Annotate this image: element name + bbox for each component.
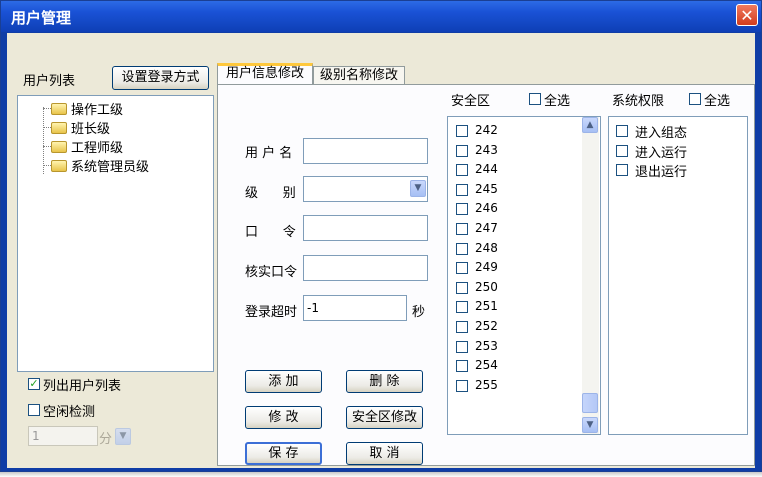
- security-zone-item-label: 243: [475, 142, 498, 157]
- username-label: 用 户 名: [245, 146, 293, 161]
- scroll-up-icon[interactable]: ▲: [582, 117, 598, 133]
- tree-item-engineer[interactable]: 工程师级: [51, 137, 123, 156]
- permissions-select-all-label: 全选: [704, 94, 731, 109]
- tree-line: [43, 107, 44, 174]
- security-zone-item-label: 249: [475, 260, 498, 275]
- window-shadow: [0, 472, 762, 477]
- title-bar[interactable]: 用户管理 ✕: [1, 1, 761, 32]
- security-zone-item-label: 244: [475, 162, 498, 177]
- permission-item-label: 进入运行: [635, 145, 688, 161]
- dialog-body: 用户列表 设置登录方式 操作工级 班长级 工程师级 系统管理员级 ✓ 列出用户列…: [7, 33, 755, 468]
- security-zone-item-label: 242: [475, 123, 498, 137]
- system-permissions-label: 系统权限: [612, 94, 665, 109]
- security-zone-label: 安全区: [451, 94, 491, 109]
- security-zone-item-label: 255: [475, 377, 498, 392]
- scroll-thumb[interactable]: [582, 393, 598, 413]
- security-zone-checkbox[interactable]: [456, 125, 468, 137]
- confirm-password-label: 核实口令: [245, 265, 298, 280]
- confirm-password-input[interactable]: [303, 255, 428, 281]
- permissions-list[interactable]: 进入组态进入运行退出运行: [608, 116, 748, 435]
- permission-checkbox[interactable]: [616, 125, 628, 137]
- tree-item-admin[interactable]: 系统管理员级: [51, 156, 149, 175]
- permission-item-label: 进入组态: [635, 126, 688, 141]
- password-input[interactable]: [303, 215, 428, 241]
- scroll-down-icon[interactable]: ▼: [582, 417, 598, 433]
- folder-icon: [51, 122, 67, 134]
- password-label: 口 令: [245, 225, 296, 240]
- user-tree[interactable]: 操作工级 班长级 工程师级 系统管理员级: [17, 95, 214, 372]
- idle-unit-label: 分: [99, 432, 113, 447]
- idle-detect-label: 空闲检测: [43, 405, 96, 420]
- chevron-down-icon[interactable]: ▼: [410, 180, 426, 197]
- timeout-unit-label: 秒: [412, 305, 426, 320]
- security-zone-item-label: 254: [475, 358, 498, 373]
- delete-button[interactable]: 删 除: [346, 370, 423, 393]
- security-zone-modify-button[interactable]: 安全区修改: [346, 406, 423, 429]
- security-zone-checkbox[interactable]: [456, 262, 468, 275]
- security-zone-item-label: 246: [475, 201, 498, 216]
- security-zone-list[interactable]: 242 243 244 245 246 247 248 249 250 251 252 253 254 2…: [447, 116, 601, 435]
- security-zone-checkbox[interactable]: [456, 340, 468, 353]
- security-zone-checkbox[interactable]: [456, 242, 468, 255]
- permission-checkbox[interactable]: [616, 144, 628, 157]
- modify-button[interactable]: 修 改: [245, 406, 322, 429]
- list-users-checkbox[interactable]: ✓: [28, 378, 40, 390]
- username-input[interactable]: [303, 138, 428, 164]
- security-zone-checkbox[interactable]: [456, 281, 468, 294]
- window-title: 用户管理: [11, 9, 72, 27]
- security-zone-checkbox[interactable]: [456, 360, 468, 373]
- window-frame: 用户管理 ✕ 用户列表 设置登录方式 操作工级 班长级 工程师级 系统管理员级 …: [0, 0, 762, 472]
- folder-icon: [51, 141, 67, 153]
- tree-line: [43, 146, 51, 147]
- security-zone-item-label: 247: [475, 221, 498, 235]
- security-zone-checkbox[interactable]: [456, 164, 468, 177]
- security-zone-item-label: 253: [475, 338, 498, 353]
- close-icon[interactable]: ✕: [736, 4, 758, 26]
- add-button[interactable]: 添 加: [245, 370, 322, 393]
- idle-detect-checkbox[interactable]: [28, 404, 40, 416]
- security-zone-item-label: 245: [475, 181, 498, 196]
- security-zone-checkbox[interactable]: [456, 223, 468, 235]
- permissions-select-all-checkbox[interactable]: [689, 93, 701, 105]
- tab-level-names[interactable]: 级别名称修改: [313, 66, 405, 86]
- save-button[interactable]: 保 存: [245, 442, 322, 465]
- security-zone-checkbox[interactable]: [456, 301, 468, 314]
- security-zone-checkbox[interactable]: [456, 144, 468, 157]
- user-list-label: 用户列表: [23, 74, 76, 89]
- tree-line: [43, 127, 51, 128]
- set-login-method-button[interactable]: 设置登录方式: [112, 66, 209, 90]
- security-zone-checkbox[interactable]: [456, 183, 468, 196]
- security-zone-checkbox[interactable]: [456, 203, 468, 216]
- idle-minutes-input[interactable]: 1: [28, 426, 98, 446]
- chevron-down-icon[interactable]: ▼: [115, 428, 131, 445]
- security-zone-item-label: 251: [475, 299, 498, 314]
- timeout-label: 登录超时: [245, 305, 298, 320]
- level-label: 级 别: [245, 186, 296, 201]
- security-select-all-label: 全选: [544, 94, 571, 109]
- tab-panel-user-info: 用 户 名 级 别 ▼ 口 令 核实口令 登录超时 -1 秒 添 加 删 除 修…: [217, 84, 755, 466]
- tree-item-label: 系统管理员级: [71, 160, 150, 175]
- tree-item-label: 班长级: [71, 122, 111, 137]
- tree-item-monitor[interactable]: 班长级: [51, 118, 110, 137]
- security-zone-checkbox[interactable]: [456, 379, 468, 392]
- security-zone-item-label: 248: [475, 240, 498, 255]
- tab-user-info[interactable]: 用户信息修改: [217, 63, 313, 85]
- permission-checkbox[interactable]: [616, 164, 628, 177]
- tree-item-operator[interactable]: 操作工级: [51, 99, 123, 118]
- tree-line: [43, 165, 51, 166]
- tree-item-label: 工程师级: [71, 141, 124, 156]
- security-zone-item-label: 252: [475, 319, 498, 333]
- security-select-all-checkbox[interactable]: [529, 93, 541, 105]
- list-users-label: 列出用户列表: [43, 379, 122, 394]
- tree-line: [43, 108, 51, 109]
- folder-icon: [51, 103, 67, 115]
- cancel-button[interactable]: 取 消: [346, 442, 423, 465]
- security-zone-checkbox[interactable]: [456, 321, 468, 333]
- folder-icon: [51, 160, 67, 172]
- timeout-input[interactable]: -1: [303, 295, 407, 321]
- security-scrollbar[interactable]: ▲ ▼: [582, 117, 599, 434]
- tree-item-label: 操作工级: [71, 103, 124, 118]
- permission-item-label: 退出运行: [635, 165, 688, 181]
- security-zone-item-label: 250: [475, 279, 498, 294]
